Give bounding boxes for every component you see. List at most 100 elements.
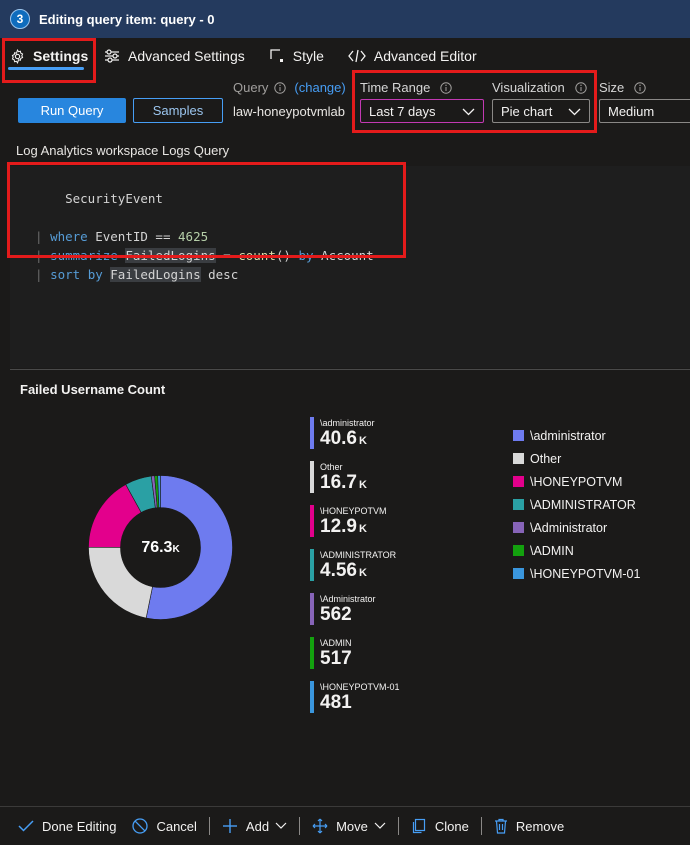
tab-advanced-editor[interactable]: Advanced Editor: [336, 38, 489, 74]
chevron-down-icon: [374, 822, 386, 830]
cancel-button[interactable]: Cancel: [124, 811, 204, 841]
code-icon: [348, 49, 366, 63]
value-tile-name: \HONEYPOTVM-01: [320, 682, 400, 692]
clone-button[interactable]: Clone: [403, 811, 477, 841]
legend-item[interactable]: \administrator: [513, 424, 640, 447]
chevron-down-icon: [568, 104, 581, 119]
value-tile: \ADMINISTRATOR 4.56 K: [310, 549, 480, 593]
editor-title: Editing query item: query - 0: [39, 11, 215, 27]
value-tile-value: 517: [320, 648, 352, 669]
value-tile-number: 4.56 K: [320, 560, 480, 584]
value-tile-color-bar: [310, 549, 314, 581]
chart-legend: \administrator Other \HONEYPOTVM \ADMINISTR…: [513, 424, 640, 585]
done-editing-label: Done Editing: [42, 818, 117, 834]
chevron-down-icon: [462, 104, 475, 119]
sliders-icon: [104, 49, 120, 63]
size-label-row: Size: [599, 80, 646, 95]
value-tile-name: \ADMINISTRATOR: [320, 550, 397, 560]
visualization-label: Visualization: [492, 80, 565, 95]
size-value: Medium: [608, 103, 655, 119]
legend-item[interactable]: \ADMIN: [513, 539, 640, 562]
donut-svg: 76.3K: [88, 475, 233, 620]
code-line-2: | where EventID == 4625: [35, 229, 209, 244]
visualization-label-row: Visualization: [492, 80, 587, 95]
add-button[interactable]: Add: [214, 811, 295, 841]
time-range-dropdown[interactable]: Last 7 days: [360, 99, 484, 123]
code-line-1-text: SecurityEvent: [65, 191, 163, 206]
legend-swatch: [513, 568, 524, 579]
legend-label: Other: [530, 451, 562, 466]
code-line-1: SecurityEvent: [10, 170, 690, 227]
value-tile-value: 4.56: [320, 560, 357, 581]
legend-label: \HONEYPOTVM: [530, 474, 623, 489]
value-tile: \HONEYPOTVM-01 481: [310, 681, 480, 725]
samples-button[interactable]: Samples: [133, 98, 223, 123]
legend-item[interactable]: Other: [513, 447, 640, 470]
legend-swatch: [513, 430, 524, 441]
legend-swatch: [513, 453, 524, 464]
value-tile-value: 40.6: [320, 428, 357, 449]
legend-item[interactable]: \Administrator: [513, 516, 640, 539]
time-range-label-row: Time Range: [360, 80, 453, 95]
toolbar-separator: [299, 817, 301, 835]
cancel-label: Cancel: [156, 818, 197, 834]
clone-icon: [411, 818, 427, 834]
query-toolbar: Run Query Samples Query (change) law-hon…: [0, 74, 690, 130]
value-tile-value: 12.9: [320, 516, 357, 537]
clone-label: Clone: [434, 818, 469, 834]
remove-label: Remove: [515, 818, 565, 834]
legend-label: \ADMINISTRATOR: [530, 497, 636, 512]
tab-settings-label: Settings: [33, 48, 89, 64]
move-button[interactable]: Move: [304, 811, 394, 841]
tab-advanced-settings[interactable]: Advanced Settings: [92, 38, 257, 74]
query-code-editor[interactable]: SecurityEvent | where EventID == 4625 | …: [10, 166, 690, 368]
value-tile-value: 16.7: [320, 472, 357, 493]
value-tile-number: 16.7 K: [320, 472, 480, 496]
legend-swatch: [513, 522, 524, 533]
value-tile-color-bar: [310, 593, 314, 625]
time-range-value: Last 7 days: [369, 103, 436, 119]
code-line-4: | sort by FailedLogins desc: [35, 267, 239, 282]
legend-swatch: [513, 545, 524, 556]
legend-item[interactable]: \HONEYPOTVM: [513, 470, 640, 493]
run-query-button[interactable]: Run Query: [18, 98, 126, 123]
value-tile-number: 481: [320, 692, 480, 716]
toolbar-separator: [397, 817, 399, 835]
plus-icon: [222, 818, 238, 834]
remove-button[interactable]: Remove: [486, 811, 572, 841]
chevron-down-icon: [275, 822, 287, 830]
value-tile-color-bar: [310, 461, 314, 493]
change-query-link[interactable]: (change): [294, 80, 345, 95]
visualization-value: Pie chart: [501, 103, 553, 119]
value-tile-value: 481: [320, 692, 352, 713]
value-tile-number: 12.9 K: [320, 516, 480, 540]
value-tile-color-bar: [310, 681, 314, 713]
square-corner-icon: [269, 48, 285, 64]
footer-toolbar: Done Editing Cancel Add Move Clone Remov…: [0, 806, 690, 845]
tab-style[interactable]: Style: [257, 38, 336, 74]
visualization-dropdown[interactable]: Pie chart: [492, 99, 590, 123]
donut-center-total: 76.3K: [141, 539, 180, 556]
value-tile-number: 562: [320, 604, 480, 628]
legend-label: \ADMIN: [530, 543, 574, 558]
step-number-badge: 3: [10, 9, 30, 29]
legend-item[interactable]: \HONEYPOTVM-01: [513, 562, 640, 585]
info-icon: [274, 81, 287, 94]
tab-style-label: Style: [292, 48, 324, 64]
editor-title-bar: 3 Editing query item: query - 0: [0, 0, 690, 38]
time-range-label: Time Range: [360, 80, 431, 95]
value-tile-name: \administrator: [320, 418, 375, 428]
value-tile-name: \HONEYPOTVM: [320, 506, 387, 516]
value-tile-unit: K: [358, 435, 367, 447]
info-icon: [634, 81, 646, 94]
value-tile: \administrator 40.6 K: [310, 417, 480, 461]
size-dropdown[interactable]: Medium: [599, 99, 690, 123]
tab-settings[interactable]: Settings: [0, 38, 92, 74]
value-tile-unit: K: [358, 567, 367, 579]
value-tile-color-bar: [310, 637, 314, 669]
donut-slice-1[interactable]: [88, 546, 153, 619]
legend-label: \administrator: [530, 428, 606, 443]
done-editing-button[interactable]: Done Editing: [10, 811, 124, 841]
section-divider: [10, 369, 690, 370]
legend-item[interactable]: \ADMINISTRATOR: [513, 493, 640, 516]
